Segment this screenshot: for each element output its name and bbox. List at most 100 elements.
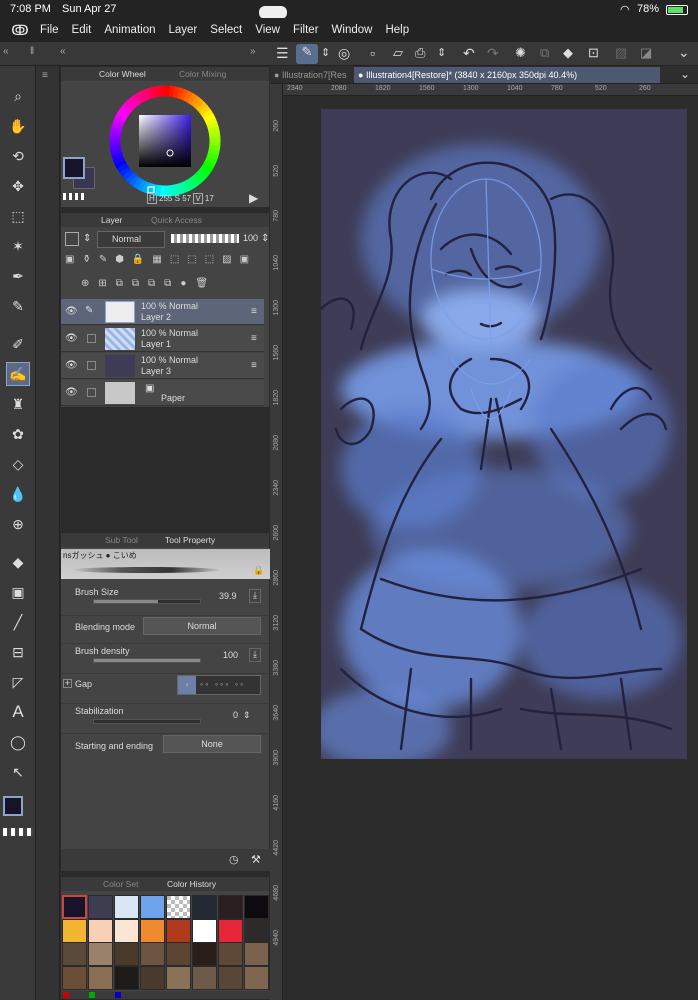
frame-icon[interactable]: ⊟ [6, 640, 30, 664]
menu-window[interactable]: Window [332, 24, 373, 36]
main-color-swatch[interactable] [3, 796, 23, 816]
eye-icon[interactable]: 👁 [65, 387, 78, 398]
brush-icon[interactable]: ✍ [6, 362, 30, 386]
color-history-swatch[interactable] [192, 918, 217, 943]
tab-tool-property[interactable]: Tool Property [149, 533, 215, 547]
menu-icon[interactable]: ☰ [276, 45, 289, 62]
brush-size-download-icon[interactable]: ⤓ [249, 589, 261, 603]
fill-icon[interactable]: ◆ [563, 45, 573, 61]
tab-color-history[interactable]: Color History [151, 877, 216, 891]
opacity-stepper-icon[interactable]: ⇕ [261, 233, 269, 244]
eye-icon[interactable]: 👁 [65, 333, 78, 344]
blend-icon[interactable]: 💧 [6, 482, 30, 506]
color-history-swatch[interactable] [244, 965, 269, 990]
menu-file[interactable]: File [40, 24, 59, 36]
blending-select[interactable]: Normal [143, 617, 261, 635]
color-history-swatch[interactable] [114, 918, 139, 943]
color-history-swatch[interactable] [192, 895, 217, 919]
zoom-icon[interactable]: ⌕ [6, 84, 30, 108]
grip-icon[interactable]: ≡ [42, 70, 48, 81]
color-history-swatch[interactable] [62, 895, 87, 919]
tab-quick-access[interactable]: Quick Access [135, 213, 202, 227]
eye-icon[interactable]: 👁 [65, 360, 78, 371]
tab-illustration4[interactable]: ● Illustration4[Restore]* (3840 x 2160px… [354, 67, 660, 83]
color-history-swatch[interactable] [140, 965, 165, 990]
color-history-swatch[interactable] [218, 918, 243, 943]
move-icon[interactable]: ✥ [6, 174, 30, 198]
color-history-swatch[interactable] [244, 895, 269, 919]
chevron-down-icon[interactable]: ⌄ [678, 44, 690, 61]
chevron-updown-icon[interactable]: ⇕ [83, 233, 91, 244]
color-history-swatch[interactable] [166, 918, 191, 943]
hand-icon[interactable]: ✋ [6, 114, 30, 138]
layer-row-layer2[interactable]: 👁 ✎ 100 % Normal Layer 2 ≡ [61, 299, 264, 325]
correct-line-icon[interactable]: ↖ [6, 760, 30, 784]
collapse-mid-icon[interactable]: « [60, 46, 66, 57]
opacity-slider[interactable] [171, 234, 239, 243]
rotate-icon[interactable]: ⟲ [6, 144, 30, 168]
color-history-swatch[interactable] [166, 942, 191, 966]
grid-icon[interactable]: ⊕ [6, 512, 30, 536]
tabs-chevron-down-icon[interactable]: ⌄ [680, 67, 690, 81]
color-history-swatch[interactable] [88, 965, 113, 990]
layer-row-layer1[interactable]: 👁 100 % Normal Layer 1 ≡ [61, 326, 264, 352]
color-history-swatch[interactable] [244, 918, 269, 943]
expand-icon[interactable]: + [63, 679, 72, 688]
drag-handle-icon[interactable]: ≡ [251, 306, 257, 317]
airbrush-icon[interactable]: ♜ [6, 392, 30, 416]
blend-mode-select[interactable]: Normal [97, 231, 165, 248]
color-history-swatch[interactable] [192, 965, 217, 990]
decoration-icon[interactable]: ✿ [6, 422, 30, 446]
loading-icon[interactable]: ✺ [515, 45, 526, 61]
eye-icon[interactable]: 👁 [65, 306, 78, 317]
panel-toggle-icon[interactable]: ‖ [30, 46, 34, 57]
color-history-swatch[interactable] [88, 918, 113, 943]
gap-options[interactable]: ◦◦ ◦◦◦ ◦◦ [200, 679, 245, 689]
menu-edit[interactable]: Edit [72, 24, 92, 36]
stabilization-stepper-icon[interactable]: ⇕ [243, 710, 251, 721]
save-icon[interactable]: ⎙ [415, 45, 425, 61]
eraser-icon[interactable]: ◇ [6, 452, 30, 476]
color-wheel[interactable] [109, 85, 221, 197]
color-history-swatch[interactable] [218, 895, 243, 919]
color-history-swatch[interactable] [62, 942, 87, 966]
tab-illustration7[interactable]: ● Illustration7[Res [274, 68, 352, 83]
color-history-swatch[interactable] [62, 965, 87, 990]
start-end-select[interactable]: None [163, 735, 261, 753]
tab-sub-tool[interactable]: Sub Tool [89, 533, 138, 547]
new-file-icon[interactable]: ▫ [370, 45, 375, 61]
color-main-swatch[interactable] [63, 157, 85, 179]
fill-tool-icon[interactable]: ◆ [6, 550, 30, 574]
color-history-swatch[interactable] [218, 942, 243, 966]
gradient-icon[interactable]: ▣ [6, 580, 30, 604]
layers-mode-icon[interactable]: ◎ [338, 45, 350, 62]
wrench-icon[interactable]: ⚒ [251, 853, 261, 866]
balloon-icon[interactable]: ◯ [6, 730, 30, 754]
color-settings-icon[interactable]: ▶ [249, 191, 258, 205]
menu-view[interactable]: View [255, 24, 280, 36]
gap-option-selected[interactable]: ◦ [178, 676, 196, 694]
expand-right-icon[interactable]: » [250, 46, 256, 57]
redo-icon[interactable]: ↷ [487, 45, 499, 62]
checkbox-icon[interactable] [87, 334, 96, 343]
stabilization-slider[interactable] [93, 719, 201, 724]
layer-row-paper[interactable]: 👁 ▣ Paper [61, 380, 264, 406]
layer-toolbar-2[interactable]: ⊕⊞⧉⧉⧉⧉●🗑 [81, 278, 265, 292]
gap-selector[interactable]: ◦ ◦◦ ◦◦◦ ◦◦ [177, 675, 261, 695]
density-download-icon[interactable]: ⤓ [249, 648, 261, 662]
color-history-swatch[interactable] [192, 942, 217, 966]
undo-icon[interactable]: ↶ [463, 45, 475, 62]
color-history-swatch[interactable] [114, 965, 139, 990]
tab-color-wheel[interactable]: Color Wheel [83, 67, 146, 81]
drag-handle-icon[interactable]: ≡ [251, 333, 257, 344]
magic-wand-icon[interactable]: ✶ [6, 234, 30, 258]
open-folder-icon[interactable]: ▱ [393, 45, 403, 61]
density-slider[interactable] [93, 658, 201, 663]
line-icon[interactable]: ╱ [6, 610, 30, 634]
menu-help[interactable]: Help [385, 24, 409, 36]
canvas-artwork[interactable] [321, 109, 687, 759]
eyedropper-icon[interactable]: ✒ [6, 264, 30, 288]
color-history-swatch[interactable] [140, 942, 165, 966]
transform-icon[interactable]: ⊡ [588, 45, 599, 61]
color-history-swatch[interactable] [114, 942, 139, 966]
